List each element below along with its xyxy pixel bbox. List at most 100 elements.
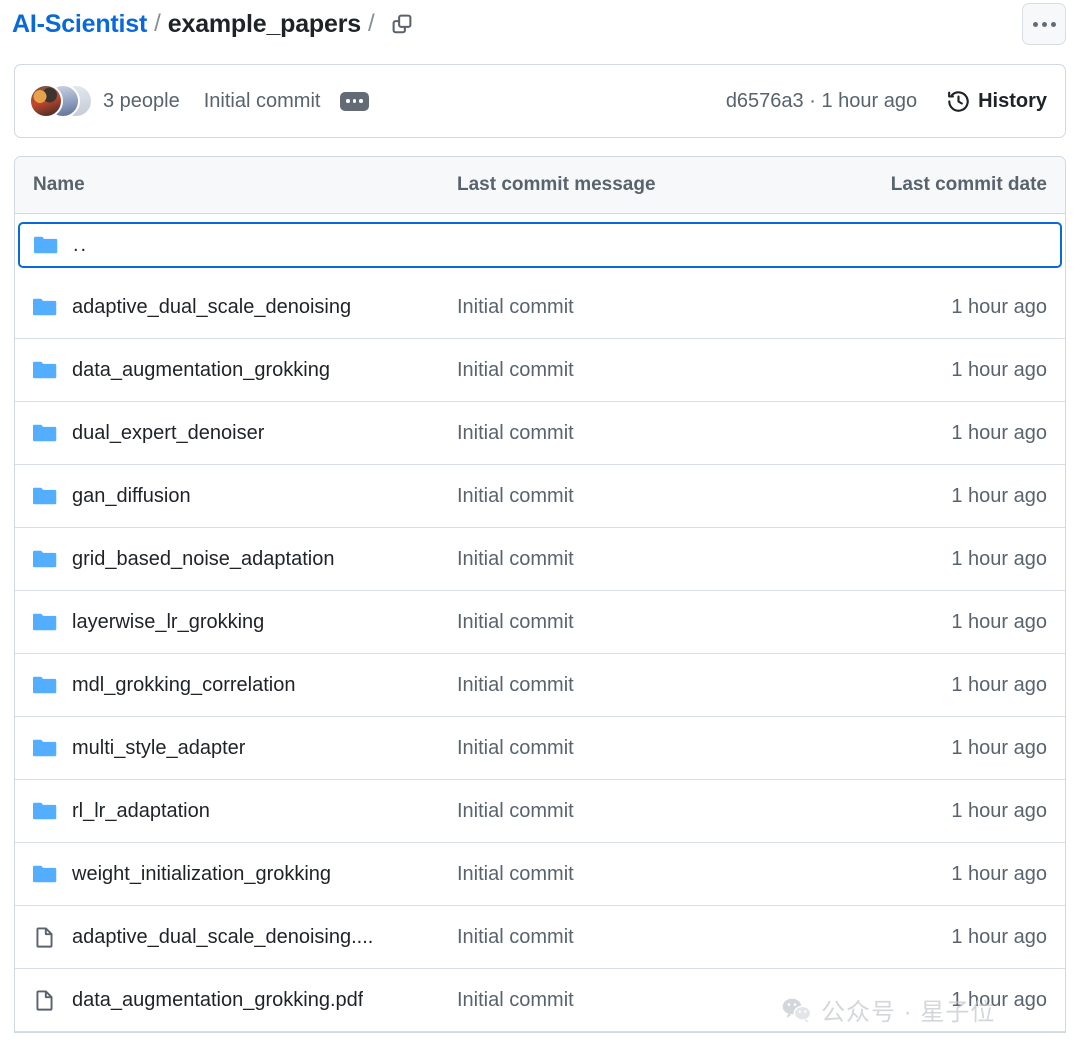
expand-dot-1 xyxy=(346,99,350,103)
column-header-message: Last commit message xyxy=(457,174,656,195)
avatar xyxy=(29,84,63,118)
row-commit-date: 1 hour ago xyxy=(951,862,1047,885)
file-icon xyxy=(33,988,57,1012)
row-commit-message[interactable]: Initial commit xyxy=(457,737,887,760)
row-commit-message[interactable]: Initial commit xyxy=(457,611,887,634)
row-name-cell: gan_diffusion xyxy=(33,484,457,508)
row-commit-date: 1 hour ago xyxy=(951,610,1047,633)
row-commit-message[interactable]: Initial commit xyxy=(457,485,887,508)
parent-directory-link[interactable]: .. xyxy=(73,234,88,257)
row-commit-date: 1 hour ago xyxy=(951,484,1047,507)
column-header-date: Last commit date xyxy=(890,174,1047,195)
row-commit-date: 1 hour ago xyxy=(951,988,1047,1011)
history-label: History xyxy=(978,89,1047,112)
table-row[interactable]: .. xyxy=(18,222,1062,268)
avatar-stack[interactable] xyxy=(29,84,93,118)
table-row[interactable]: grid_based_noise_adaptation Initial commi… xyxy=(15,528,1065,591)
breadcrumb: AI-Scientist / example_papers / xyxy=(0,0,1080,48)
file-table: Name Last commit message Last commit dat… xyxy=(14,156,1066,1033)
commit-message-link[interactable]: Initial commit xyxy=(204,90,321,113)
table-row[interactable]: dual_expert_denoiser Initial commit 1 hour… xyxy=(15,402,1065,465)
row-name-cell: weight_initialization_grokking xyxy=(33,862,457,886)
folder-icon xyxy=(33,484,57,508)
row-commit-date: 1 hour ago xyxy=(951,736,1047,759)
commit-expand-button[interactable] xyxy=(340,91,369,111)
table-row[interactable]: data_augmentation_grokking.pdf Initial co… xyxy=(15,969,1065,1032)
row-commit-date: 1 hour ago xyxy=(951,295,1047,318)
row-commit-message[interactable]: Initial commit xyxy=(457,989,887,1012)
folder-icon xyxy=(33,421,57,445)
table-row[interactable]: adaptive_dual_scale_denoising Initial com… xyxy=(15,276,1065,339)
table-row[interactable]: adaptive_dual_scale_denoising.... Initial… xyxy=(15,906,1065,969)
history-link[interactable]: History xyxy=(947,90,1047,113)
latest-commit-bar: 3 people Initial commit d6576a3 · 1 hour… xyxy=(14,64,1066,138)
folder-icon xyxy=(33,799,57,823)
row-commit-message[interactable]: Initial commit xyxy=(457,296,887,319)
row-name-cell: multi_style_adapter xyxy=(33,736,457,760)
kebab-dot-1 xyxy=(1032,21,1038,27)
entry-name-link[interactable]: rl_lr_adaptation xyxy=(72,800,210,823)
entry-name-link[interactable]: adaptive_dual_scale_denoising.... xyxy=(72,926,373,949)
entry-name-link[interactable]: layerwise_lr_grokking xyxy=(72,611,264,634)
entry-name-link[interactable]: grid_based_noise_adaptation xyxy=(72,548,334,571)
row-name-cell: adaptive_dual_scale_denoising xyxy=(33,295,457,319)
commit-meta: d6576a3 · 1 hour ago History xyxy=(726,90,1047,113)
kebab-dot-3 xyxy=(1050,21,1056,27)
row-commit-message[interactable]: Initial commit xyxy=(457,548,887,571)
folder-icon xyxy=(33,610,57,634)
expand-dot-2 xyxy=(352,99,357,103)
table-row[interactable]: data_augmentation_grokking Initial commit… xyxy=(15,339,1065,402)
file-table-body: .. adaptive_dual_scale_denoising Initial c… xyxy=(15,222,1065,1032)
entry-name-link[interactable]: data_augmentation_grokking.pdf xyxy=(72,989,363,1012)
entry-name-link[interactable]: mdl_grokking_correlation xyxy=(72,674,295,697)
folder-icon xyxy=(34,233,58,257)
table-row[interactable]: multi_style_adapter Initial commit 1 hour … xyxy=(15,717,1065,780)
folder-icon xyxy=(33,547,57,571)
folder-icon xyxy=(33,862,57,886)
entry-name-link[interactable]: weight_initialization_grokking xyxy=(72,863,331,886)
table-row[interactable]: rl_lr_adaptation Initial commit 1 hour ago xyxy=(15,780,1065,843)
row-name-cell: adaptive_dual_scale_denoising.... xyxy=(33,925,457,949)
row-commit-message[interactable]: Initial commit xyxy=(457,674,887,697)
row-name-cell: grid_based_noise_adaptation xyxy=(33,547,457,571)
folder-icon xyxy=(33,295,57,319)
row-commit-message[interactable]: Initial commit xyxy=(457,422,887,445)
kebab-dot-2 xyxy=(1041,21,1047,27)
folder-icon xyxy=(33,358,57,382)
table-row[interactable]: gan_diffusion Initial commit 1 hour ago xyxy=(15,465,1065,528)
breadcrumb-current-folder: example_papers xyxy=(167,9,361,38)
entry-name-link[interactable]: data_augmentation_grokking xyxy=(72,359,330,382)
table-row[interactable]: mdl_grokking_correlation Initial commit 1 … xyxy=(15,654,1065,717)
commit-authors-label[interactable]: 3 people xyxy=(103,90,180,113)
file-table-header: Name Last commit message Last commit dat… xyxy=(15,157,1065,214)
row-commit-message[interactable]: Initial commit xyxy=(457,359,887,382)
more-options-button[interactable] xyxy=(1022,3,1066,45)
entry-name-link[interactable]: dual_expert_denoiser xyxy=(72,422,264,445)
folder-icon xyxy=(33,673,57,697)
history-clock-icon xyxy=(947,90,970,113)
row-commit-date: 1 hour ago xyxy=(951,925,1047,948)
row-commit-message[interactable]: Initial commit xyxy=(457,863,887,886)
row-commit-message[interactable]: Initial commit xyxy=(457,926,887,949)
column-header-name: Name xyxy=(33,174,85,195)
expand-dot-3 xyxy=(359,99,363,103)
row-commit-date: 1 hour ago xyxy=(951,421,1047,444)
breadcrumb-separator-1: / xyxy=(154,10,161,37)
row-name-cell: .. xyxy=(34,233,458,257)
table-row[interactable]: weight_initialization_grokking Initial co… xyxy=(15,843,1065,906)
breadcrumb-repo-link[interactable]: AI-Scientist xyxy=(12,10,147,39)
entry-name-link[interactable]: multi_style_adapter xyxy=(72,737,245,760)
commit-hash-and-time[interactable]: d6576a3 · 1 hour ago xyxy=(726,90,917,113)
file-icon xyxy=(33,925,57,949)
folder-icon xyxy=(33,736,57,760)
copy-path-icon[interactable] xyxy=(387,9,417,39)
row-commit-message[interactable]: Initial commit xyxy=(457,800,887,823)
row-commit-date: 1 hour ago xyxy=(951,799,1047,822)
row-name-cell: data_augmentation_grokking.pdf xyxy=(33,988,457,1012)
row-name-cell: data_augmentation_grokking xyxy=(33,358,457,382)
row-name-cell: rl_lr_adaptation xyxy=(33,799,457,823)
row-commit-date: 1 hour ago xyxy=(951,547,1047,570)
table-row[interactable]: layerwise_lr_grokking Initial commit 1 hou… xyxy=(15,591,1065,654)
entry-name-link[interactable]: gan_diffusion xyxy=(72,485,191,508)
entry-name-link[interactable]: adaptive_dual_scale_denoising xyxy=(72,296,351,319)
